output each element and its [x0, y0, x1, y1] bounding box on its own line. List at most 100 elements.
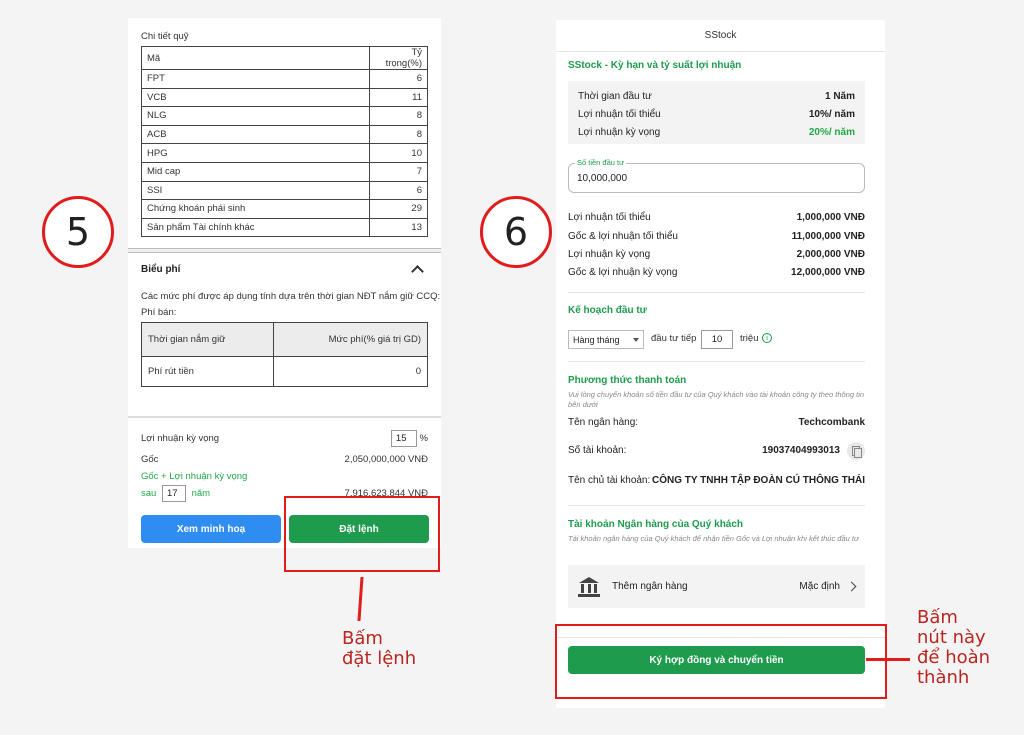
add-bank-row[interactable]: Thêm ngân hàng Mặc định [568, 565, 865, 608]
years-unit: năm [191, 488, 211, 499]
result-row: Lợi nhuận tối thiểu 1,000,000 VNĐ [568, 212, 865, 223]
account-number-row: Số tài khoản: 19037404993013 [568, 445, 840, 456]
default-label: Mặc định [799, 581, 840, 592]
years-input[interactable]: 17 [161, 485, 186, 502]
fund-weight: 29 [369, 199, 428, 219]
fund-code: HPG [141, 143, 370, 163]
annotation-right-line1: Bấm [917, 607, 958, 628]
summary-row: Thời gian đầu tư 1 Năm [578, 87, 855, 105]
annotation-right-line2: nút này [917, 627, 986, 648]
principal-row: Gốc 2,050,000,000 VNĐ [141, 454, 428, 465]
fee-desc-line2: Phí bán: [141, 307, 177, 318]
caret-down-icon [633, 337, 639, 342]
result-value: 11,000,000 VNĐ [791, 231, 865, 242]
summary-value: 20%/ năm [808, 126, 855, 138]
bank-name-label: Tên ngân hàng: [568, 417, 639, 428]
result-label: Lợi nhuận kỳ vọng [568, 249, 651, 260]
annotation-left-line2: đặt lệnh [342, 648, 417, 669]
fund-weight: 8 [369, 106, 428, 126]
table-row: Mid cap 7 [141, 161, 428, 182]
fund-code: NLG [141, 106, 370, 126]
result-label: Gốc & lợi nhuận tối thiểu [568, 231, 678, 242]
table-row: Chứng khoán phái sinh 29 [141, 199, 428, 219]
table-row: HPG 10 [141, 143, 428, 163]
fee-row-value: 0 [273, 356, 428, 387]
table-row: NLG 8 [141, 106, 428, 126]
expected-profit-row: Lợi nhuận kỳ vọng 15 % [141, 430, 428, 447]
continue-label: đầu tư tiếp [651, 333, 697, 344]
table-row: Sản phẩm Tài chính khác 13 [141, 217, 428, 238]
result-value: 12,000,000 VNĐ [791, 267, 865, 278]
fund-weight: 10 [369, 143, 428, 163]
col-code: Mã [141, 46, 370, 70]
annotation-right: Bấm nút này để hoàn thành [917, 608, 990, 688]
fund-code: Chứng khoán phái sinh [141, 199, 370, 219]
fund-detail-title: Chi tiết quỹ [141, 31, 189, 42]
annotation-arrow-right [866, 658, 910, 661]
payment-note: Vui lòng chuyển khoản số tiền đầu tư của… [568, 390, 865, 409]
fund-weight: 13 [369, 217, 428, 238]
summary-label: Lợi nhuận tối thiểu [578, 108, 661, 120]
divider [568, 292, 865, 293]
fee-title: Biểu phí [141, 264, 181, 275]
after-label: sau [141, 488, 157, 499]
section-divider-2 [128, 416, 441, 418]
bank-name-value: Techcombank [798, 417, 866, 428]
highlight-order-box [284, 496, 440, 572]
expected-profit-label: Lợi nhuận kỳ vọng [141, 433, 220, 444]
divider [568, 361, 865, 362]
step-5-badge: 5 [42, 196, 114, 268]
divider [568, 505, 865, 506]
account-number-value: 19037404993013 [762, 445, 840, 456]
highlight-submit-box [555, 624, 887, 699]
fund-code: FPT [141, 69, 370, 89]
total-label: Gốc + Lợi nhuận kỳ vọng [141, 471, 248, 482]
table-row: VCB 11 [141, 87, 428, 108]
add-bank-label: Thêm ngân hàng [612, 581, 688, 592]
copy-icon[interactable] [847, 442, 865, 460]
chevron-right-icon [846, 581, 857, 592]
investment-amount-input[interactable]: Số tiền đầu tư 10,000,000 [568, 158, 865, 193]
fund-code: SSI [141, 180, 370, 201]
contract-screen: SStock SStock - Kỳ hạn và tỷ suất lợi nh… [556, 20, 885, 708]
account-owner-label: Tên chủ tài khoản: [568, 475, 651, 486]
client-bank-title: Tài khoản Ngân hàng của Quý khách [568, 519, 744, 530]
section-divider [128, 248, 441, 253]
million-unit: triệu [740, 333, 759, 344]
order-screen: Chi tiết quỹ Mã Tỷ trọng(%) FPT 6 VCB 11 NLG… [128, 18, 441, 548]
summary-label: Lợi nhuận kỳ vọng [578, 126, 661, 138]
fee-table: Thời gian nắm giữ Mức phí(% giá trị GD) … [140, 322, 428, 387]
annotation-left-line1: Bấm [342, 628, 383, 649]
result-value: 1,000,000 VNĐ [796, 212, 865, 223]
principal-label: Gốc [141, 454, 159, 465]
fee-col-rate: Mức phí(% giá trị GD) [273, 322, 428, 357]
continue-amount-input[interactable]: 10 [701, 330, 733, 349]
info-icon[interactable]: i [762, 333, 772, 343]
account-owner-row: Tên chủ tài khoản: CÔNG TY TNHH TẬP ĐOÀN… [568, 475, 865, 486]
chevron-up-icon[interactable] [411, 265, 424, 278]
summary-row: Lợi nhuận tối thiểu 10%/ năm [578, 105, 855, 123]
term-title: SStock - Kỳ hạn và tỷ suất lợi nhuận [568, 60, 742, 71]
percent-unit: % [419, 433, 428, 444]
table-row: FPT 6 [141, 69, 428, 89]
summary-value: 1 Năm [824, 90, 855, 102]
step-6-badge: 6 [480, 196, 552, 268]
result-row: Gốc & lợi nhuận tối thiểu 11,000,000 VNĐ [568, 231, 865, 242]
summary-value: 10%/ năm [808, 108, 855, 120]
table-row: ACB 8 [141, 124, 428, 145]
fund-code: Sản phẩm Tài chính khác [141, 217, 370, 238]
illustrate-button[interactable]: Xem minh hoạ [141, 515, 281, 543]
fee-section-header[interactable]: Biểu phí [141, 263, 428, 278]
result-row: Gốc & lợi nhuận kỳ vọng 12,000,000 VNĐ [568, 267, 865, 278]
amount-legend: Số tiền đầu tư [575, 158, 627, 167]
fund-code: VCB [141, 87, 370, 108]
annotation-arrow-left [357, 577, 364, 621]
fund-weight: 6 [369, 69, 428, 89]
frequency-select[interactable]: Hàng tháng [568, 330, 644, 349]
annotation-right-line4: thành [917, 667, 970, 688]
term-summary: Thời gian đầu tư 1 Năm Lợi nhuận tối thi… [568, 81, 865, 144]
fund-weight: 6 [369, 180, 428, 201]
plan-title: Kế hoạch đầu tư [568, 305, 647, 316]
fund-weight: 7 [369, 161, 428, 182]
expected-profit-input[interactable]: 15 [390, 430, 417, 447]
